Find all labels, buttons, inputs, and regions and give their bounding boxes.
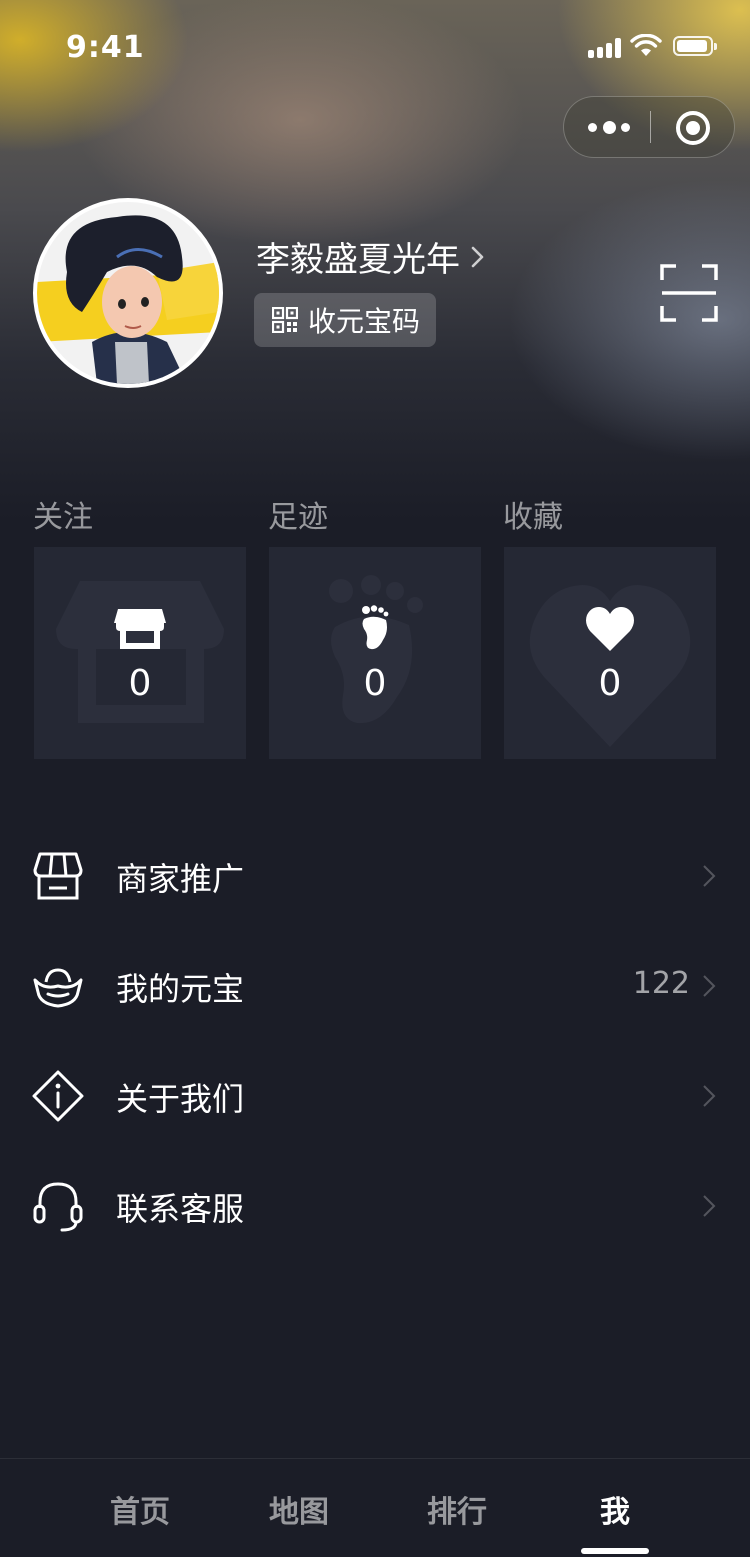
username-text: 李毅盛夏光年 [256, 240, 460, 280]
cellular-signal-icon [588, 38, 624, 58]
following-card[interactable]: 0 [34, 547, 246, 759]
qr-code-icon [272, 307, 298, 333]
menu-label-about-us: 关于我们 [116, 1080, 245, 1118]
favorites-count: 0 [598, 663, 622, 704]
status-time: 9:41 [66, 30, 145, 65]
bottom-tab-bar: 首页 地图 排行 我 [0, 1458, 750, 1557]
receive-ingot-code-button[interactable]: 收元宝码 [254, 293, 437, 347]
wifi-icon [630, 34, 662, 56]
menu-label-my-ingots: 我的元宝 [116, 970, 245, 1008]
avatar-illustration [37, 202, 219, 384]
stat-label-following: 关注 [33, 500, 93, 535]
scan-icon[interactable] [660, 264, 718, 322]
footprints-card[interactable]: 0 [269, 547, 481, 759]
stat-label-favorites: 收藏 [503, 500, 563, 535]
miniprogram-capsule [563, 96, 735, 158]
chevron-right-icon [703, 975, 716, 997]
store-watermark-icon [56, 581, 224, 723]
heart-watermark-icon [529, 585, 691, 747]
ingot-icon [33, 968, 83, 1008]
menu-item-merchant-promotion[interactable]: 商家推广 [0, 820, 750, 930]
avatar[interactable] [33, 198, 223, 388]
menu-label-merchant-promotion: 商家推广 [116, 860, 245, 898]
shop-icon [33, 852, 83, 900]
home-indicator [581, 1548, 649, 1554]
tab-ranking[interactable]: 排行 [397, 1487, 517, 1531]
chevron-right-icon [703, 1195, 716, 1217]
favorites-card[interactable]: 0 [504, 547, 716, 759]
capsule-divider [650, 111, 651, 143]
info-diamond-icon [32, 1070, 84, 1122]
battery-icon [673, 36, 717, 56]
more-options-icon[interactable] [588, 114, 630, 140]
menu-item-about-us[interactable]: 关于我们 [0, 1040, 750, 1150]
close-miniprogram-icon[interactable] [676, 111, 710, 145]
receive-ingot-code-label: 收元宝码 [308, 305, 421, 338]
menu-item-my-ingots[interactable]: 我的元宝 122 [0, 930, 750, 1040]
tab-map[interactable]: 地图 [239, 1487, 359, 1531]
footprint-watermark-icon [329, 575, 423, 724]
footprints-count: 0 [363, 663, 387, 704]
menu-item-customer-service[interactable]: 联系客服 [0, 1150, 750, 1260]
tab-me[interactable]: 我 [555, 1487, 675, 1531]
menu-label-customer-service: 联系客服 [116, 1190, 245, 1228]
footprint-icon [362, 605, 389, 650]
chevron-right-icon [703, 865, 716, 887]
username-link[interactable]: 李毅盛夏光年 [256, 232, 486, 281]
chevron-right-icon [471, 246, 484, 267]
headset-icon [33, 1182, 83, 1232]
status-bar: 9:41 [0, 0, 750, 96]
chevron-right-icon [703, 1085, 716, 1107]
heart-icon [586, 607, 634, 651]
store-icon [114, 609, 166, 649]
stat-label-footprints: 足迹 [268, 500, 328, 535]
following-count: 0 [128, 663, 152, 704]
tab-home[interactable]: 首页 [80, 1487, 200, 1531]
ingot-balance: 122 [632, 966, 690, 1001]
